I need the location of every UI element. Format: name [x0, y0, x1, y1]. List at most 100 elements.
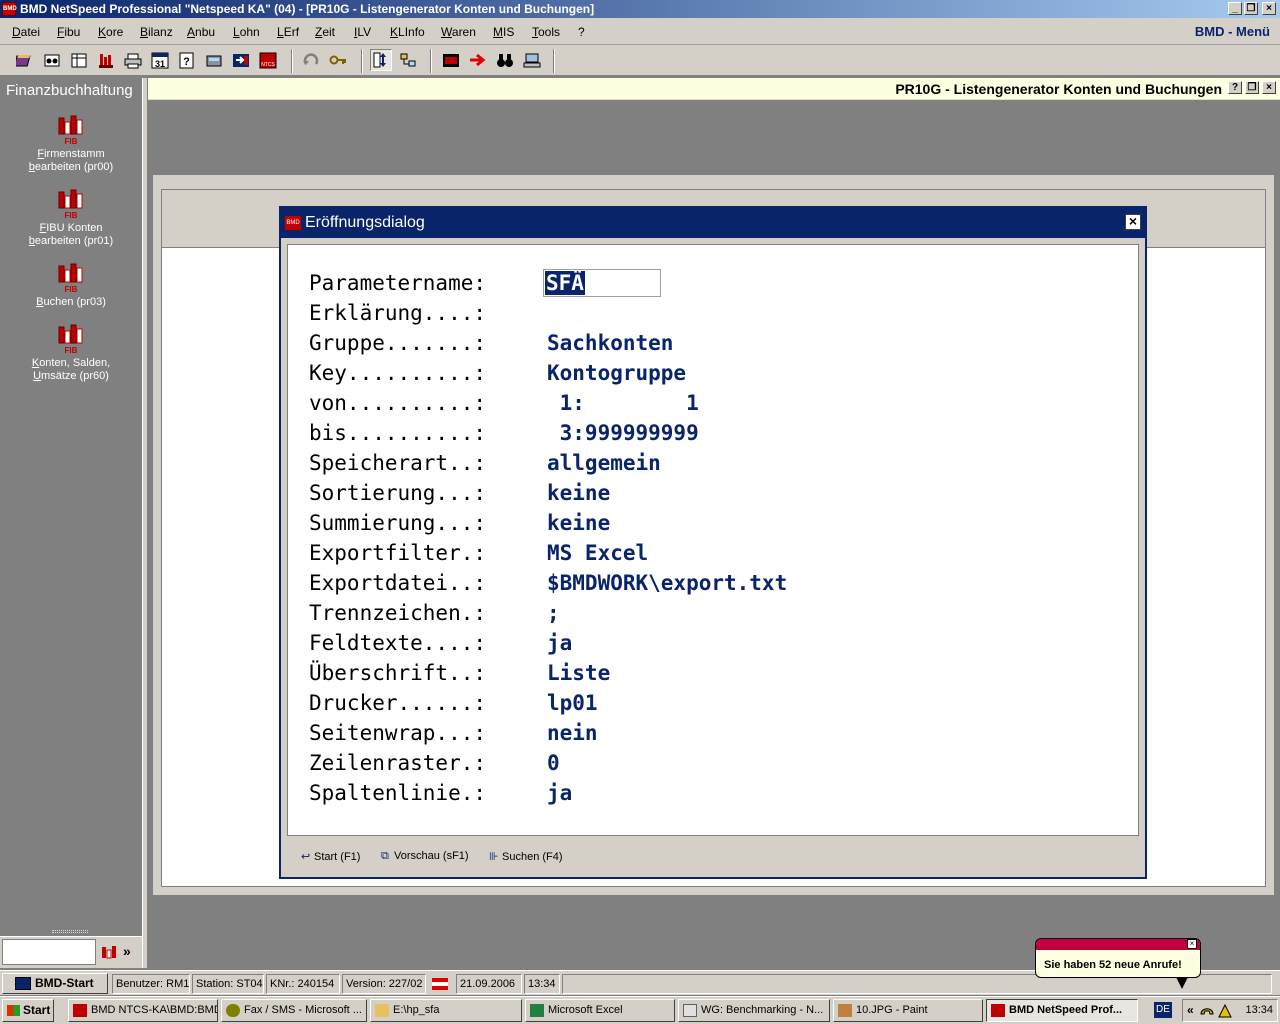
- task-mail[interactable]: WG: Benchmarking - N...: [678, 999, 830, 1022]
- balloon-close-button[interactable]: ×: [1187, 939, 1197, 949]
- start-menu-button[interactable]: Start: [2, 999, 54, 1022]
- menu-kore[interactable]: Kore: [98, 25, 123, 39]
- network-tray-icon[interactable]: [1217, 1003, 1233, 1019]
- menu-fibu[interactable]: Fibu: [57, 25, 80, 39]
- help-icon[interactable]: ?: [178, 52, 196, 69]
- mdi-window-header: PR10G - Listengenerator Konten und Buchu…: [148, 78, 1280, 100]
- fib-icon: FIB: [58, 115, 83, 146]
- network-icon[interactable]: [523, 52, 541, 69]
- task-excel[interactable]: Microsoft Excel: [525, 999, 675, 1022]
- task-bmd-ntcs[interactable]: BMD NTCS-KA\BMD:BMD: [68, 999, 218, 1022]
- folder-icon: [375, 1004, 389, 1017]
- task-label: BMD NTCS-KA\BMD:BMD: [91, 1004, 218, 1016]
- menu-waren[interactable]: Waren: [441, 25, 476, 39]
- field-value: 3:999999999: [547, 421, 699, 445]
- task-explorer[interactable]: E:\hp_sfa: [370, 999, 522, 1022]
- bmd-menu-label[interactable]: BMD - Menü: [1195, 24, 1270, 39]
- menu-tools[interactable]: Tools: [532, 25, 560, 39]
- fib-icon[interactable]: [97, 52, 115, 69]
- field-label: Seitenwrap...:: [309, 721, 487, 745]
- preview-icon: ⧉: [381, 850, 389, 862]
- key-icon[interactable]: [329, 52, 347, 69]
- task-fax-sms[interactable]: Fax / SMS - Microsoft ...: [221, 999, 367, 1022]
- task-bmd-netspeed[interactable]: BMD NetSpeed Prof...: [986, 999, 1138, 1022]
- menu-lohn[interactable]: Lohn: [233, 25, 260, 39]
- book-icon[interactable]: [16, 52, 34, 69]
- menu-ilv[interactable]: ILV: [354, 25, 371, 39]
- menu-lerf[interactable]: LErf: [277, 25, 299, 39]
- tree-icon[interactable]: [399, 52, 417, 69]
- toolbar-separator: [553, 49, 555, 73]
- sidebar-item-konten-salden[interactable]: FIB Konten, Salden, Umsätze (pr60): [0, 323, 142, 383]
- mdi-close-button[interactable]: ×: [1262, 81, 1276, 94]
- status-knr: KNr.: 240154: [266, 974, 340, 994]
- field-label: Spaltenlinie.:: [309, 781, 487, 805]
- phone-icon[interactable]: [1199, 1003, 1215, 1019]
- calendar-icon[interactable]: 31: [151, 52, 169, 69]
- menu-klinfo[interactable]: KLInfo: [390, 25, 425, 39]
- binoculars-icon[interactable]: [496, 52, 514, 69]
- sidebar-resize-grip[interactable]: [52, 930, 88, 933]
- printer-icon[interactable]: [124, 52, 142, 69]
- chevron-expand-icon[interactable]: »: [123, 943, 131, 959]
- undo-icon[interactable]: [302, 52, 320, 69]
- start-menu-label: Start: [23, 1003, 51, 1017]
- sidebar-splitter[interactable]: [142, 78, 148, 968]
- parametername-value: SFÄ: [545, 271, 585, 295]
- exit-icon[interactable]: [232, 52, 250, 69]
- minimize-button[interactable]: _: [1228, 2, 1242, 15]
- calendar-day-label: 31: [155, 59, 165, 69]
- sidebar-item-label: FIBU Konten: [39, 222, 103, 234]
- sidebar-item-buchen[interactable]: FIB Buchen (pr03): [0, 262, 142, 309]
- bmd-icon[interactable]: [442, 52, 460, 69]
- bmd-start-button[interactable]: BMD-Start: [2, 973, 108, 994]
- sidebar-search-input[interactable]: [2, 939, 96, 965]
- field-label: Feldtexte....:: [309, 631, 487, 655]
- menu-mis[interactable]: MIS: [493, 25, 514, 39]
- parametername-input[interactable]: SFÄ: [543, 269, 661, 297]
- window-titlebar[interactable]: BMD BMD NetSpeed Professional "Netspeed …: [0, 0, 1280, 18]
- close-button[interactable]: ×: [1262, 2, 1276, 15]
- sidebar-item-firmenstamm[interactable]: FIB Firmenstamm bearbeiten (pr00): [0, 114, 142, 174]
- toggle-icon[interactable]: [370, 49, 392, 71]
- sidebar-item-fibu-konten[interactable]: FIB FIBU Konten bearbeiten (pr01): [0, 188, 142, 248]
- menu-datei[interactable]: Datei: [12, 25, 40, 39]
- notification-balloon[interactable]: × Sie haben 52 neue Anrufe!: [1035, 938, 1201, 989]
- menu-zeit[interactable]: Zeit: [315, 25, 335, 39]
- menu-bilanz[interactable]: Bilanz: [140, 25, 173, 39]
- sidebar-item-label: bearbeiten (pr00): [28, 161, 114, 173]
- sidebar-item-label: bearbeiten (pr01): [28, 235, 114, 247]
- dialog-close-button[interactable]: ×: [1125, 214, 1141, 230]
- vorschau-button[interactable]: ⧉ Vorschau (sF1): [381, 850, 469, 863]
- ntcs-icon[interactable]: NTCS: [259, 52, 277, 69]
- bmd-app-icon[interactable]: BMD: [2, 2, 17, 16]
- fib-icon: FIB: [58, 324, 83, 355]
- ledger-icon[interactable]: [70, 52, 88, 69]
- tray-expand-icon[interactable]: «: [1187, 1003, 1194, 1017]
- balloon-tail: [1176, 977, 1188, 989]
- field-label: Sortierung...:: [309, 481, 487, 505]
- start-button-label: Start (F1): [314, 851, 361, 863]
- language-indicator[interactable]: DE: [1154, 1002, 1172, 1018]
- task-paint[interactable]: 10.JPG - Paint: [833, 999, 983, 1022]
- start-button[interactable]: ↩ Start (F1): [301, 850, 360, 863]
- mdi-restore-button[interactable]: ❐: [1245, 81, 1259, 94]
- binoculars-book-icon[interactable]: [43, 52, 61, 69]
- toolbar: 31 ? NTCS: [0, 45, 1280, 76]
- menu-help[interactable]: ?: [578, 25, 585, 39]
- bmd-start-icon: [15, 977, 31, 990]
- calculator-icon[interactable]: [205, 52, 223, 69]
- bmd-icon: [991, 1004, 1005, 1017]
- arrow-right-icon[interactable]: [469, 52, 487, 69]
- field-value: $BMDWORK\export.txt: [547, 571, 788, 595]
- mdi-help-button[interactable]: ?: [1228, 81, 1242, 94]
- suchen-button[interactable]: ⊪ Suchen (F4): [489, 850, 563, 863]
- field-value: Kontogruppe: [547, 361, 687, 385]
- restore-button[interactable]: ❐: [1244, 2, 1258, 15]
- austria-flag-icon: [432, 978, 448, 990]
- field-label: Zeilenraster.:: [309, 751, 487, 775]
- menu-anbu[interactable]: Anbu: [187, 25, 215, 39]
- system-clock[interactable]: 13:34: [1245, 1004, 1273, 1016]
- dialog-titlebar[interactable]: BMD Eröffnungsdialog ×: [281, 208, 1145, 238]
- fib-small-icon[interactable]: [100, 944, 118, 962]
